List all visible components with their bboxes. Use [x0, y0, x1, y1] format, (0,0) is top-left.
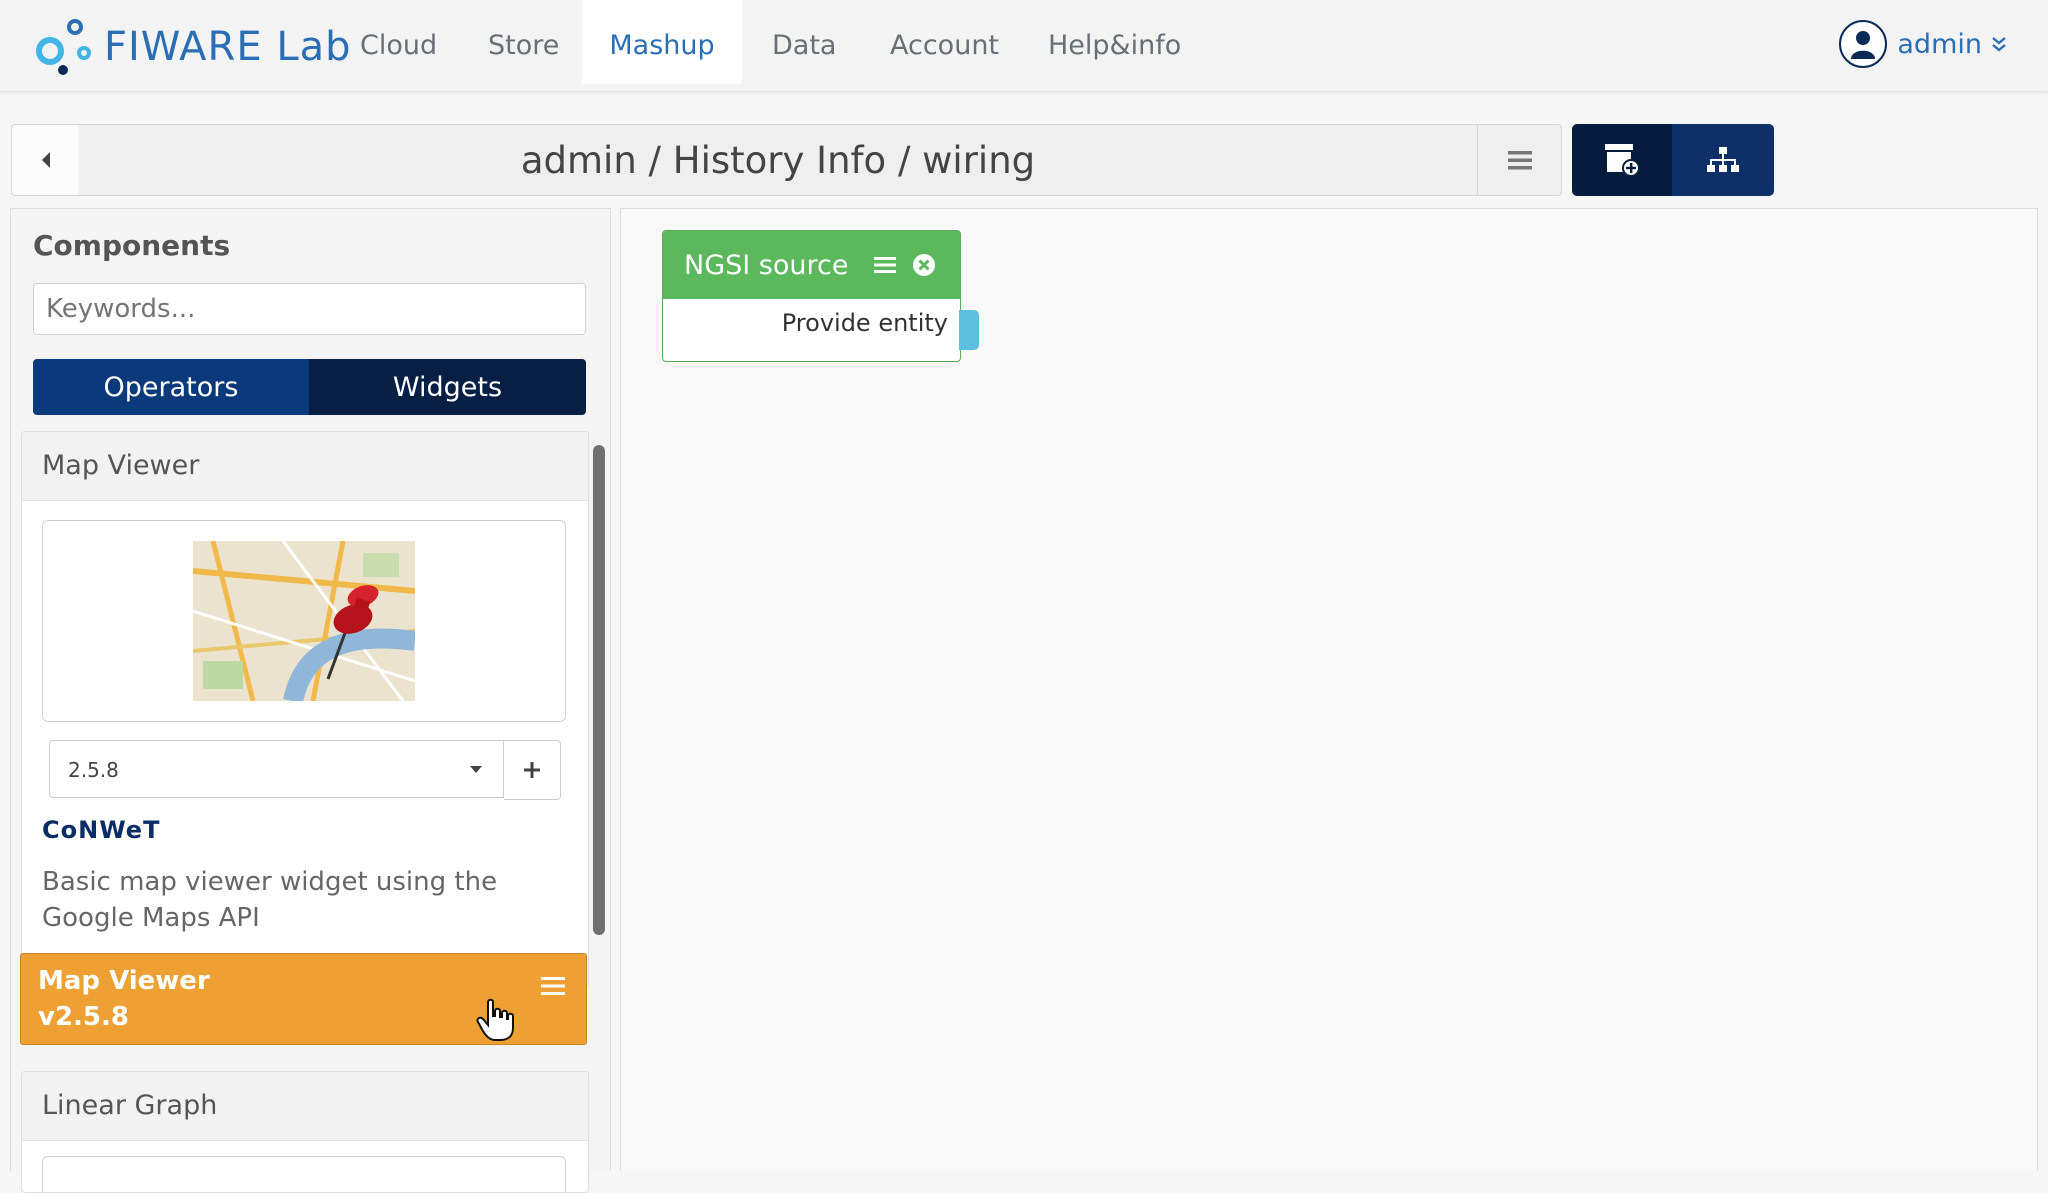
user-avatar-icon	[1839, 20, 1888, 68]
component-thumbnail	[42, 520, 566, 722]
sitemap-icon	[1707, 147, 1739, 172]
add-component-icon	[1605, 144, 1640, 177]
close-icon[interactable]	[912, 253, 936, 277]
output-endpoint-anchor[interactable]	[959, 310, 979, 350]
fiware-logo-icon	[36, 19, 91, 75]
add-to-workspace-button[interactable]	[504, 740, 561, 800]
hand-cursor-icon	[476, 998, 514, 1041]
caret-left-icon	[41, 152, 50, 168]
breadcrumb-text: admin / History Info / wiring	[520, 138, 1036, 182]
tab-operators[interactable]: Operators	[33, 359, 309, 415]
component-card-title: Map Viewer	[22, 432, 588, 501]
version-select[interactable]: 2.5.8	[49, 740, 504, 798]
dragged-component-chip[interactable]: Map Viewer v2.5.8	[20, 953, 587, 1045]
add-components-button[interactable]	[1572, 124, 1672, 196]
drag-chip-name: Map Viewer	[38, 966, 210, 996]
nav-store[interactable]: Store	[488, 0, 559, 84]
nav-mashup[interactable]: Mashup	[582, 0, 742, 84]
user-menu[interactable]: admin	[1839, 20, 2008, 68]
component-card-map-viewer: Map Viewer 2.5.8 CoNWeT Basic map viewer…	[21, 431, 589, 988]
breadcrumb: admin / History Info / wiring	[79, 124, 1478, 196]
nav-cloud[interactable]: Cloud	[360, 0, 437, 84]
component-card-linear-graph: Linear Graph	[21, 1071, 589, 1193]
components-scrollbar[interactable]	[593, 445, 605, 935]
operator-header[interactable]: NGSI source	[663, 231, 960, 299]
fiware-logo[interactable]: FIWARE Lab	[34, 16, 352, 78]
brand-name: FIWARE Lab	[104, 24, 352, 70]
nav-help-info[interactable]: Help&info	[1048, 0, 1181, 84]
component-thumbnail	[42, 1156, 566, 1192]
tab-widgets[interactable]: Widgets	[309, 359, 586, 415]
breadcrumb-menu-button[interactable]	[1477, 124, 1562, 196]
plus-icon	[524, 762, 540, 778]
version-select-value: 2.5.8	[68, 758, 119, 782]
hamburger-icon[interactable]	[540, 975, 566, 997]
operator-ngsi-source[interactable]: NGSI source Provide entity	[662, 230, 961, 362]
component-vendor: CoNWeT	[42, 816, 161, 844]
component-description: Basic map viewer widget using the Google…	[42, 867, 498, 933]
drag-chip-version: v2.5.8	[38, 1002, 129, 1032]
double-chevron-down-icon	[1992, 37, 2006, 52]
behaviour-layout-button[interactable]	[1672, 124, 1774, 196]
operator-title: NGSI source	[684, 249, 849, 281]
caret-down-icon	[470, 766, 482, 773]
map-pin-thumbnail-icon	[193, 541, 415, 701]
nav-data[interactable]: Data	[772, 0, 836, 84]
hamburger-icon	[1507, 151, 1532, 170]
hamburger-icon[interactable]	[874, 255, 898, 275]
back-button[interactable]	[11, 124, 80, 196]
component-card-title: Linear Graph	[22, 1072, 588, 1141]
output-endpoint-label: Provide entity	[781, 309, 948, 337]
components-search-input[interactable]	[33, 283, 586, 335]
top-navbar: FIWARE Lab Cloud Store Mashup Data Accou…	[0, 0, 2048, 92]
components-title: Components	[33, 229, 231, 262]
username: admin	[1897, 28, 1982, 60]
nav-account[interactable]: Account	[890, 0, 999, 84]
